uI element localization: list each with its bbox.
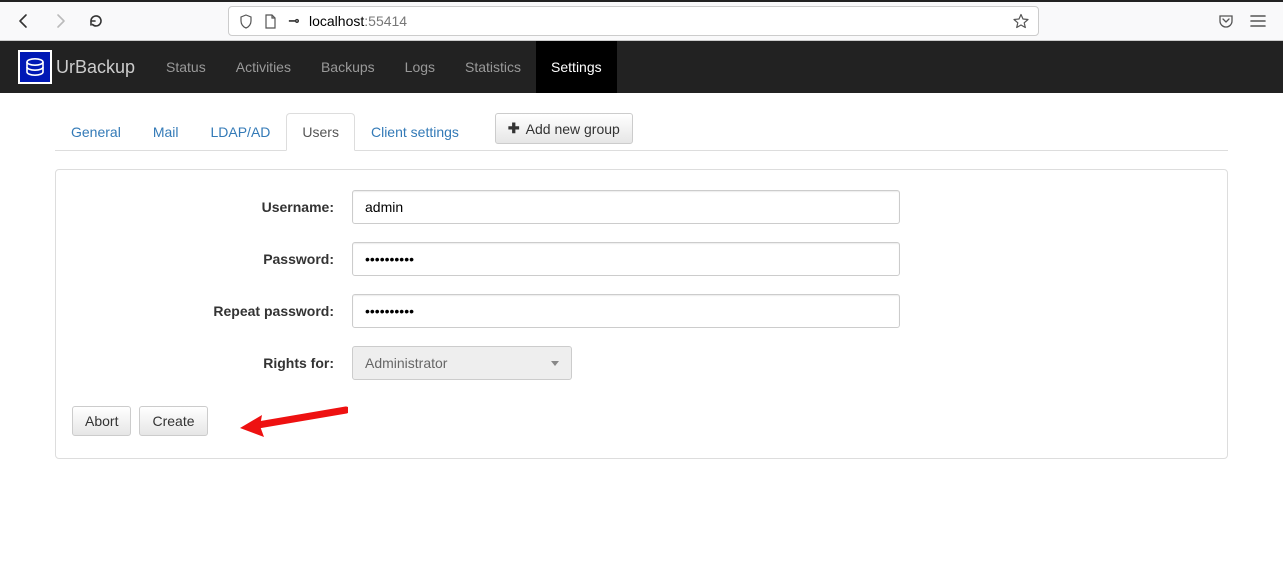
user-form-panel: Username: Password: Repeat password: Rig… <box>55 169 1228 459</box>
reload-button[interactable] <box>82 7 110 35</box>
brand-logo-icon <box>18 50 52 84</box>
settings-tabs: General Mail LDAP/AD Users Client settin… <box>55 113 1228 151</box>
nav-backups[interactable]: Backups <box>306 41 390 93</box>
rights-select[interactable]: Administrator <box>352 346 572 380</box>
brand-name: UrBackup <box>56 57 135 78</box>
tab-general[interactable]: General <box>55 113 137 151</box>
password-input[interactable] <box>352 242 900 276</box>
tab-ldap[interactable]: LDAP/AD <box>194 113 286 151</box>
repeat-password-input[interactable] <box>352 294 900 328</box>
back-button[interactable] <box>10 7 38 35</box>
add-new-group-label: Add new group <box>526 121 620 137</box>
rights-label: Rights for: <box>72 355 352 371</box>
tab-users[interactable]: Users <box>286 113 355 151</box>
username-input[interactable] <box>352 190 900 224</box>
nav-statistics[interactable]: Statistics <box>450 41 536 93</box>
create-button[interactable]: Create <box>139 406 207 436</box>
add-new-group-button[interactable]: ✚ Add new group <box>495 113 633 144</box>
rights-selected-value: Administrator <box>365 355 447 371</box>
repeat-password-label: Repeat password: <box>72 303 352 319</box>
username-label: Username: <box>72 199 352 215</box>
nav-status[interactable]: Status <box>151 41 221 93</box>
menu-icon[interactable] <box>1249 12 1267 30</box>
pocket-icon[interactable] <box>1217 12 1235 30</box>
plus-icon: ✚ <box>508 120 520 137</box>
abort-button[interactable]: Abort <box>72 406 131 436</box>
nav-logs[interactable]: Logs <box>390 41 450 93</box>
page-icon <box>261 12 279 30</box>
password-label: Password: <box>72 251 352 267</box>
url-bar[interactable]: ⊸ localhost:55414 <box>228 6 1039 36</box>
forward-button[interactable] <box>46 7 74 35</box>
url-text: localhost:55414 <box>309 13 1006 29</box>
chevron-down-icon <box>551 361 559 366</box>
app-navbar: UrBackup Status Activities Backups Logs … <box>0 41 1283 93</box>
page-content: General Mail LDAP/AD Users Client settin… <box>0 93 1283 479</box>
lock-icon: ⊸ <box>285 12 303 30</box>
nav-settings[interactable]: Settings <box>536 41 617 93</box>
brand[interactable]: UrBackup <box>0 41 141 93</box>
arrow-annotation <box>238 404 348 438</box>
tab-client-settings[interactable]: Client settings <box>355 113 475 151</box>
bookmark-star-icon[interactable] <box>1012 12 1030 30</box>
nav-activities[interactable]: Activities <box>221 41 306 93</box>
shield-icon <box>237 12 255 30</box>
tab-mail[interactable]: Mail <box>137 113 195 151</box>
browser-toolbar: ⊸ localhost:55414 <box>0 0 1283 41</box>
